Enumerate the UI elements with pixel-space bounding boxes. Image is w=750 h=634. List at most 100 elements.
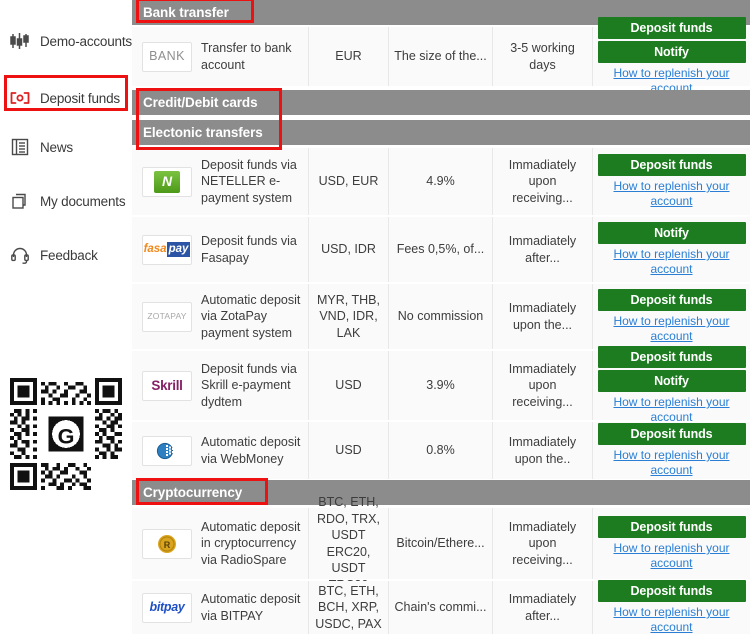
deposit-funds-button[interactable]: Deposit funds bbox=[597, 580, 746, 603]
sidebar-item-deposit-funds[interactable]: Deposit funds bbox=[0, 79, 132, 117]
table-row[interactable]: Skrill Deposit funds via Skrill e-paymen… bbox=[132, 346, 750, 424]
how-to-replenish-link[interactable]: How to replenish your account bbox=[597, 395, 746, 424]
section-header-electronic-transfers: Electonic transfers bbox=[132, 120, 750, 145]
qr-code: G bbox=[10, 378, 122, 490]
webmoney-logo-icon bbox=[142, 435, 192, 466]
method-cell: N Deposit funds via NETELLER e-payment s… bbox=[132, 148, 308, 215]
svg-text:R: R bbox=[164, 540, 171, 550]
method-cell: fasa pay Deposit funds via Fasapay bbox=[132, 217, 308, 282]
time-cell: Immadiately after... bbox=[492, 581, 592, 634]
headset-icon bbox=[9, 244, 31, 266]
sidebar-item-my-documents[interactable]: My documents bbox=[0, 182, 132, 220]
method-name: Automatic deposit via WebMoney bbox=[201, 434, 301, 466]
actions-cell: Deposit funds How to replenish your acco… bbox=[592, 284, 750, 349]
section-title: Cryptocurrency bbox=[143, 485, 243, 500]
currency-cell: EUR bbox=[308, 27, 388, 86]
table-row[interactable]: BANK Transfer to bank account EUR The si… bbox=[132, 17, 750, 95]
table-row[interactable]: Automatic deposit via WebMoney USD 0.8% … bbox=[132, 422, 750, 479]
sidebar-item-demo-accounts[interactable]: Demo-accounts bbox=[0, 22, 132, 60]
table-row[interactable]: R Automatic deposit in cryptocurrency vi… bbox=[132, 495, 750, 592]
section-title: Bank transfer bbox=[143, 5, 229, 20]
notify-button[interactable]: Notify bbox=[597, 222, 746, 245]
method-name: Automatic deposit via ZotaPay payment sy… bbox=[201, 292, 301, 340]
neteller-logo-icon: N bbox=[142, 166, 192, 197]
currency-cell: USD, EUR bbox=[308, 148, 388, 215]
method-cell: Automatic deposit via WebMoney bbox=[132, 422, 308, 479]
deposit-funds-button[interactable]: Deposit funds bbox=[597, 154, 746, 177]
section-header-credit-debit-cards: Credit/Debit cards bbox=[132, 90, 750, 115]
svg-text:G: G bbox=[58, 424, 75, 449]
radiospare-coin-icon: R bbox=[158, 534, 176, 553]
actions-cell: Deposit funds How to replenish your acco… bbox=[592, 148, 750, 215]
deposit-funds-button[interactable]: Deposit funds bbox=[597, 516, 746, 539]
time-cell: Immadiately upon receiving... bbox=[492, 351, 592, 420]
actions-cell: Notify How to replenish your account bbox=[592, 217, 750, 282]
table-row[interactable]: bitpay Automatic deposit via BITPAY BTC,… bbox=[132, 580, 750, 634]
candlestick-chart-icon bbox=[9, 30, 31, 52]
actions-cell: Deposit funds Notify How to replenish yo… bbox=[592, 346, 750, 424]
radiospare-logo-icon: R bbox=[142, 528, 192, 559]
actions-cell: Deposit funds How to replenish your acco… bbox=[592, 422, 750, 479]
method-cell: Skrill Deposit funds via Skrill e-paymen… bbox=[132, 351, 308, 420]
fee-cell: 4.9% bbox=[388, 148, 492, 215]
fasapay-logo-icon: fasa pay bbox=[142, 234, 192, 265]
deposit-funds-button[interactable]: Deposit funds bbox=[597, 346, 746, 369]
sidebar-item-label: My documents bbox=[40, 193, 126, 209]
fee-cell: 0.8% bbox=[388, 422, 492, 479]
deposit-funds-button[interactable]: Deposit funds bbox=[597, 289, 746, 312]
actions-cell: Deposit funds Notify How to replenish yo… bbox=[592, 17, 750, 95]
table-row[interactable]: ZOTAPAY Automatic deposit via ZotaPay pa… bbox=[132, 284, 750, 349]
time-cell: Immadiately after... bbox=[492, 217, 592, 282]
method-name: Deposit funds via Skrill e-payment dydte… bbox=[201, 361, 297, 409]
newspaper-icon bbox=[9, 136, 31, 158]
currency-cell: BTC, ETH, BCH, XRP, USDC, PAX bbox=[308, 581, 388, 634]
sidebar-item-label: News bbox=[40, 139, 73, 155]
section-title: Credit/Debit cards bbox=[143, 95, 258, 110]
table-row[interactable]: N Deposit funds via NETELLER e-payment s… bbox=[132, 148, 750, 215]
sidebar-item-label: Demo-accounts bbox=[40, 33, 132, 49]
time-cell: Immadiately upon the.. bbox=[492, 422, 592, 479]
bank-logo-icon: BANK bbox=[142, 41, 192, 72]
bitpay-logo-icon: bitpay bbox=[142, 592, 192, 623]
time-cell: Immadiately upon the... bbox=[492, 284, 592, 349]
currency-cell: MYR, THB, VND, IDR, LAK bbox=[308, 284, 388, 349]
deposit-funds-button[interactable]: Deposit funds bbox=[597, 17, 746, 40]
payment-methods-table: Bank transfer BANK Transfer to bank acco… bbox=[132, 0, 750, 634]
how-to-replenish-link[interactable]: How to replenish your account bbox=[597, 179, 746, 208]
how-to-replenish-link[interactable]: How to replenish your account bbox=[597, 448, 746, 477]
method-cell: BANK Transfer to bank account bbox=[132, 27, 308, 86]
sidebar-item-news[interactable]: News bbox=[0, 128, 132, 166]
method-name: Automatic deposit in cryptocurrency via … bbox=[201, 519, 301, 567]
method-name: Automatic deposit via BITPAY bbox=[201, 591, 301, 623]
notify-button[interactable]: Notify bbox=[597, 370, 746, 393]
time-cell: Immadiately upon receiving... bbox=[492, 148, 592, 215]
banknote-icon bbox=[9, 87, 31, 109]
table-row[interactable]: fasa pay Deposit funds via Fasapay USD, I… bbox=[132, 217, 750, 282]
deposit-funds-button[interactable]: Deposit funds bbox=[597, 423, 746, 446]
documents-icon bbox=[9, 190, 31, 212]
time-cell: 3-5 working days bbox=[492, 27, 592, 86]
actions-cell: Deposit funds How to replenish your acco… bbox=[592, 508, 750, 579]
currency-cell: USD bbox=[308, 422, 388, 479]
how-to-replenish-link[interactable]: How to replenish your account bbox=[597, 541, 746, 570]
section-title: Electonic transfers bbox=[143, 125, 263, 140]
how-to-replenish-link[interactable]: How to replenish your account bbox=[597, 247, 746, 276]
fee-cell: Chain's commi... bbox=[388, 581, 492, 634]
sidebar-item-label: Feedback bbox=[40, 247, 98, 263]
sidebar-item-label: Deposit funds bbox=[40, 90, 120, 106]
sidebar-item-feedback[interactable]: Feedback bbox=[0, 236, 132, 274]
how-to-replenish-link[interactable]: How to replenish your account bbox=[597, 314, 746, 343]
skrill-logo-icon: Skrill bbox=[142, 370, 192, 401]
fee-cell: 3.9% bbox=[388, 351, 492, 420]
sidebar: Demo-accounts Deposit funds News My docu… bbox=[0, 0, 132, 634]
fee-cell: Bitcoin/Ethere... bbox=[388, 508, 492, 579]
webmoney-globe-icon bbox=[156, 442, 174, 459]
method-cell: R Automatic deposit in cryptocurrency vi… bbox=[132, 508, 308, 579]
notify-button[interactable]: Notify bbox=[597, 41, 746, 64]
fee-cell: The size of the... bbox=[388, 27, 492, 86]
how-to-replenish-link[interactable]: How to replenish your account bbox=[597, 605, 746, 634]
method-name: Deposit funds via NETELLER e-payment sys… bbox=[201, 157, 297, 205]
section-header-cryptocurrency: Cryptocurrency bbox=[132, 480, 750, 505]
currency-cell: USD bbox=[308, 351, 388, 420]
actions-cell: Deposit funds How to replenish your acco… bbox=[592, 580, 750, 634]
